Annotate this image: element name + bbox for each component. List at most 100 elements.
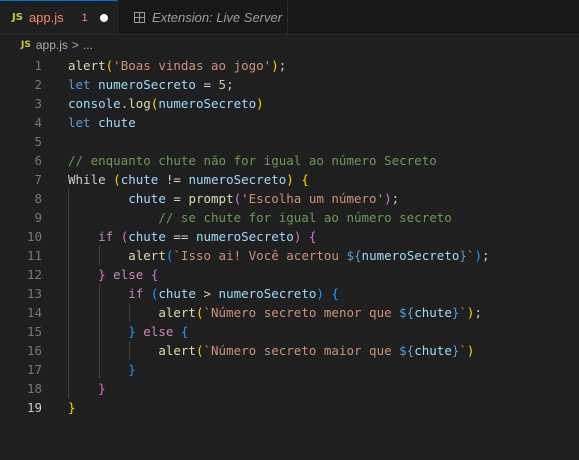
code-token: // enquanto chute não for igual ao númer… <box>68 153 437 168</box>
line-number: 6 <box>34 153 42 168</box>
code-token: } <box>98 267 106 282</box>
code-token: 5 <box>218 77 227 92</box>
unsaved-dot-icon[interactable] <box>99 13 108 22</box>
line-number: 10 <box>26 229 42 244</box>
code-token: chute <box>128 191 166 206</box>
code-token: ) <box>316 286 324 301</box>
code-line[interactable]: 1 alert('Boas vindas ao jogo'); <box>0 56 579 75</box>
code-line[interactable]: 11 alert(`Isso ai! Você acertou ${numero… <box>0 246 579 265</box>
line-number: 7 <box>34 172 42 187</box>
code-token: ; <box>481 248 490 263</box>
code-token: ${ <box>399 343 415 358</box>
code-line[interactable]: 12 } else { <box>0 265 579 284</box>
code-token: log <box>128 96 151 111</box>
code-token: 'Boas vindas ao jogo' <box>113 58 272 73</box>
code-token: ` <box>459 305 467 320</box>
code-line[interactable]: 18 } <box>0 379 579 398</box>
code-token: let <box>68 77 99 92</box>
extension-icon <box>134 11 145 23</box>
code-token: While <box>68 172 114 187</box>
code-token: else <box>113 267 151 282</box>
code-token: ) <box>474 248 482 263</box>
code-line[interactable]: 4 let chute <box>0 113 579 132</box>
breadcrumb-more[interactable]: ... <box>83 38 93 52</box>
tab-app-js[interactable]: JS app.js 1 <box>0 0 118 34</box>
code-editor[interactable]: 1 alert('Boas vindas ao jogo'); 2 let numer… <box>0 56 579 460</box>
code-text: } else { <box>68 265 158 284</box>
line-number: 18 <box>26 381 42 396</box>
code-token: prompt <box>188 191 234 206</box>
line-number: 5 <box>34 134 42 149</box>
code-token: numeroSecreto <box>158 96 257 111</box>
code-token: numeroSecreto <box>188 172 287 187</box>
code-token: ) <box>271 58 279 73</box>
code-token: `Isso ai! Você acertou <box>173 248 347 263</box>
javascript-file-icon: JS <box>21 40 31 50</box>
code-token: numeroSecreto <box>218 286 317 301</box>
breadcrumb: JS app.js > ... <box>0 34 579 56</box>
tab-label: app.js <box>28 10 64 25</box>
code-token: if <box>98 229 121 244</box>
code-line[interactable]: 9 // se chute for igual ao número secret… <box>0 208 579 227</box>
code-token: ; <box>474 305 482 320</box>
tab-extension-live-server[interactable]: Extension: Live Server <box>118 0 288 34</box>
code-text: chute = prompt('Escolha um número'); <box>68 189 399 208</box>
line-number: 2 <box>34 77 42 92</box>
code-text: } <box>68 379 106 398</box>
code-token: ; <box>226 77 234 92</box>
line-number: 11 <box>26 248 42 263</box>
code-token: ( <box>233 191 242 206</box>
code-line[interactable]: 8 chute = prompt('Escolha um número'); <box>0 189 579 208</box>
javascript-file-icon: JS <box>12 12 23 23</box>
code-line[interactable]: 6 // enquanto chute não for igual ao núme… <box>0 151 579 170</box>
code-token: } <box>459 248 467 263</box>
code-token: chute <box>414 305 452 320</box>
code-text: alert(`Número secreto menor que ${chute}… <box>68 303 482 322</box>
code-token: ) <box>466 343 475 358</box>
code-token: { <box>150 267 159 282</box>
code-token: alert <box>128 248 166 263</box>
line-number: 14 <box>26 305 42 320</box>
code-text: // se chute for igual ao número secreto <box>68 208 452 227</box>
code-line[interactable]: 2 let numeroSecreto = 5; <box>0 75 579 94</box>
line-number: 16 <box>26 343 42 358</box>
code-token: { <box>331 286 339 301</box>
code-token: numeroSecreto <box>195 229 294 244</box>
code-token: `Número secreto maior que <box>203 343 400 358</box>
code-line[interactable]: 7 While (chute != numeroSecreto) { <box>0 170 579 189</box>
code-token: { <box>180 324 189 339</box>
code-token: == <box>165 229 196 244</box>
code-line[interactable]: 19} <box>0 398 579 417</box>
line-number: 3 <box>34 96 42 111</box>
code-line[interactable]: 15 } else { <box>0 322 579 341</box>
code-text: } <box>68 360 136 379</box>
code-line[interactable]: 5 <box>0 132 579 151</box>
breadcrumb-file[interactable]: app.js <box>36 38 68 52</box>
code-token: alert <box>158 305 196 320</box>
code-token: alert <box>158 343 196 358</box>
code-line[interactable]: 17 } <box>0 360 579 379</box>
code-token: ) <box>384 191 392 206</box>
code-token: ; <box>391 191 400 206</box>
code-token: // se chute for igual ao número secreto <box>158 210 452 225</box>
code-line[interactable]: 13 if (chute > numeroSecreto) { <box>0 284 579 303</box>
code-token: ) <box>286 172 294 187</box>
code-text: alert(`Número secreto maior que ${chute}… <box>68 341 474 360</box>
code-text: if (chute > numeroSecreto) { <box>68 284 339 303</box>
code-text: } <box>68 398 76 417</box>
code-line[interactable]: 10 if (chute == numeroSecreto) { <box>0 227 579 246</box>
code-line[interactable]: 3 console.log(numeroSecreto) <box>0 94 579 113</box>
code-line[interactable]: 14 alert(`Número secreto menor que ${chu… <box>0 303 579 322</box>
code-text: } else { <box>68 322 188 341</box>
code-line[interactable]: 16 alert(`Número secreto maior que ${chu… <box>0 341 579 360</box>
code-token: = <box>165 191 189 206</box>
code-token: let <box>68 115 99 130</box>
code-token: > <box>195 286 219 301</box>
